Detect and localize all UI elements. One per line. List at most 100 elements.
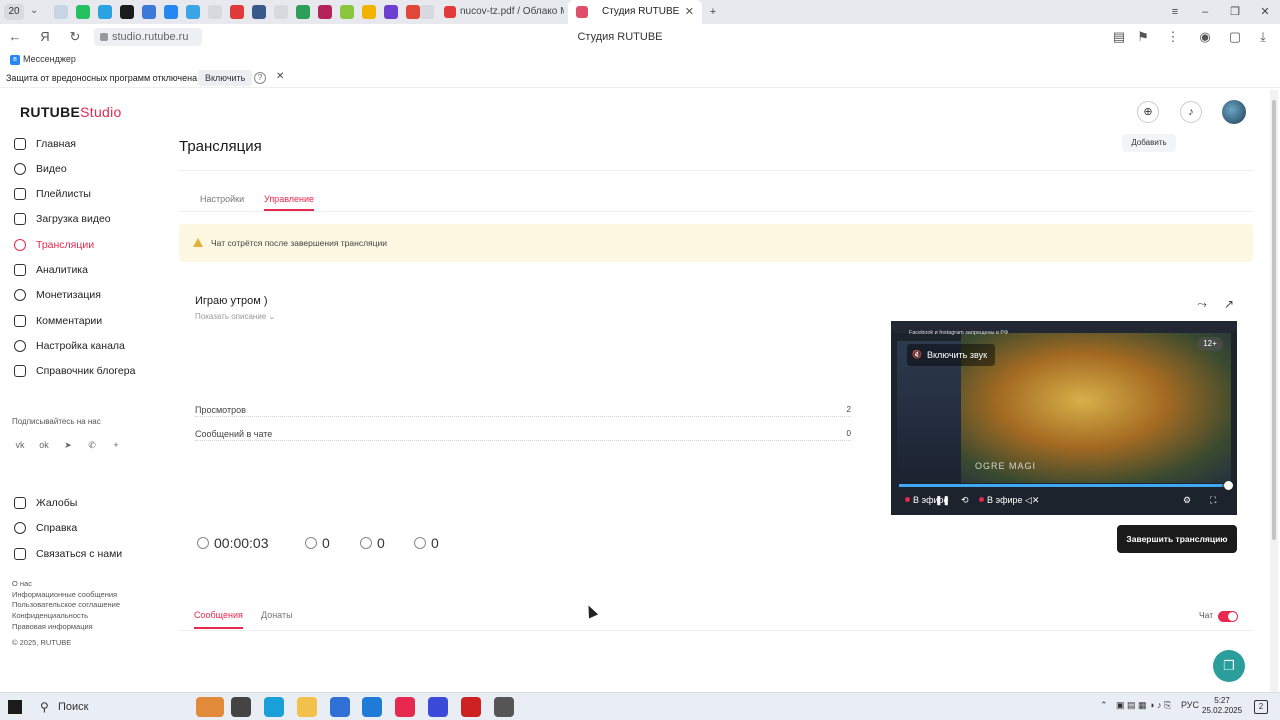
sidebar-item-playlists[interactable]: Плейлисты bbox=[12, 184, 152, 204]
more-icon[interactable]: ⋮ bbox=[1164, 28, 1182, 46]
pinned-tab-icon[interactable] bbox=[208, 5, 222, 19]
footer-link-about[interactable]: О нас bbox=[12, 579, 32, 588]
tab-management[interactable]: Управление bbox=[264, 194, 315, 211]
sidebar-item-video[interactable]: Видео bbox=[12, 159, 152, 179]
pinned-tab-icon[interactable] bbox=[318, 5, 332, 19]
language-indicator[interactable]: РУС bbox=[1181, 700, 1199, 710]
sidebar-item-broadcasts[interactable]: Трансляции bbox=[12, 235, 152, 255]
plus-icon[interactable]: + bbox=[109, 438, 123, 452]
pinned-tab-icon[interactable] bbox=[76, 5, 90, 19]
tab-messages[interactable]: Сообщения bbox=[194, 610, 243, 629]
add-content-button[interactable]: ⊕ bbox=[1137, 101, 1159, 123]
store-icon[interactable] bbox=[330, 697, 350, 717]
footer-link-info[interactable]: Информационные сообщения bbox=[12, 590, 117, 599]
bookmark-messenger[interactable]: в Мессенджер bbox=[10, 53, 76, 65]
menu-icon[interactable]: ≡ bbox=[1160, 0, 1190, 24]
sidebar-item-contact[interactable]: Связаться с нами bbox=[12, 544, 152, 564]
pinned-tab-icon[interactable] bbox=[54, 5, 68, 19]
download-icon[interactable]: ⤓ bbox=[1254, 28, 1272, 46]
telegram-icon[interactable]: ➤ bbox=[61, 438, 75, 452]
back-arrow-icon[interactable]: ← bbox=[6, 28, 24, 46]
tray-chevron-icon[interactable]: ⌃ bbox=[1100, 700, 1108, 711]
yandex-icon[interactable]: Я bbox=[36, 28, 54, 46]
pinned-tab-icon[interactable] bbox=[406, 5, 420, 19]
enable-protection-button[interactable]: Включить bbox=[198, 70, 253, 86]
pinned-tab-icon[interactable] bbox=[120, 5, 134, 19]
pinned-tab-icon[interactable] bbox=[186, 5, 200, 19]
show-description-link[interactable]: Показать описание ⌄ bbox=[195, 312, 275, 321]
pinned-tab-icon[interactable] bbox=[98, 5, 112, 19]
footer-link-privacy[interactable]: Конфиденциальность bbox=[12, 611, 88, 620]
extensions-icon[interactable]: ▢ bbox=[1226, 28, 1244, 46]
unmute-button[interactable]: Включить звук bbox=[907, 344, 996, 366]
bookmark-icon[interactable]: ⚑ bbox=[1134, 28, 1152, 46]
discord-icon[interactable] bbox=[428, 697, 448, 717]
fullscreen-icon[interactable]: ⛶ bbox=[1210, 495, 1216, 506]
close-infobar-icon[interactable]: ✕ bbox=[276, 71, 284, 82]
pinned-tab-icon[interactable] bbox=[420, 5, 434, 19]
pinned-tab-icon[interactable] bbox=[362, 5, 376, 19]
close-window-icon[interactable]: ✕ bbox=[1250, 0, 1280, 24]
mute-icon[interactable]: ◁✕ bbox=[1025, 495, 1039, 506]
app-icon[interactable] bbox=[461, 697, 481, 717]
sidebar-item-comments[interactable]: Комментарии bbox=[12, 311, 152, 331]
shield-icon[interactable]: ◉ bbox=[1196, 28, 1214, 46]
pinned-tab-icon[interactable] bbox=[230, 5, 244, 19]
pinned-tab-icon[interactable] bbox=[384, 5, 398, 19]
windows-start-icon[interactable] bbox=[8, 700, 22, 714]
mail-app-icon[interactable] bbox=[362, 697, 382, 717]
reader-icon[interactable]: ▤ bbox=[1110, 28, 1128, 46]
rutube-studio-logo[interactable]: RUTUBEStudio bbox=[20, 104, 122, 120]
reload-icon[interactable]: ↻ bbox=[66, 28, 84, 46]
sidebar-item-complaints[interactable]: Жалобы bbox=[12, 493, 152, 513]
taskbar-clock[interactable]: 5:27 25.02.2025 bbox=[1202, 696, 1242, 716]
tray-icons[interactable]: ▣ ▤ ▦ ◑ ♪ ⎘ bbox=[1116, 700, 1171, 711]
pinned-tab-icon[interactable] bbox=[274, 5, 288, 19]
pinned-tab-icon[interactable] bbox=[164, 5, 178, 19]
viber-icon[interactable]: ✆ bbox=[85, 438, 99, 452]
tab-rutube-studio[interactable]: Студия RUTUBE ✕ bbox=[568, 0, 702, 24]
pinned-tab-icon[interactable] bbox=[142, 5, 156, 19]
sidebar-item-blogger-guide[interactable]: Справочник блогера bbox=[12, 361, 152, 381]
pinned-tab-icon[interactable] bbox=[252, 5, 266, 19]
task-view-icon[interactable] bbox=[231, 697, 251, 717]
share-icon[interactable]: ⤳ bbox=[1195, 297, 1209, 311]
taskbar-search[interactable]: Поиск bbox=[34, 695, 194, 719]
progress-bar[interactable] bbox=[899, 481, 1233, 490]
vk-icon[interactable]: vk bbox=[13, 438, 27, 452]
pinned-tab-icon[interactable] bbox=[340, 5, 354, 19]
tab-list-chevron-icon[interactable]: ⌄ bbox=[30, 5, 38, 16]
pinned-tab-icon[interactable] bbox=[296, 5, 310, 19]
help-question-icon[interactable]: ? bbox=[254, 72, 266, 84]
tab-cloud-mail[interactable]: nucov-tz.pdf / Облако Mail bbox=[436, 0, 564, 24]
page-scrollbar[interactable] bbox=[1270, 90, 1278, 692]
chat-toggle[interactable] bbox=[1218, 611, 1238, 622]
support-chat-button[interactable]: ❐ bbox=[1213, 650, 1245, 682]
new-tab-icon[interactable]: + bbox=[698, 0, 728, 24]
sidebar-item-upload[interactable]: Загрузка видео bbox=[12, 209, 152, 229]
obs-icon[interactable] bbox=[494, 697, 514, 717]
progress-handle[interactable] bbox=[1224, 481, 1233, 490]
footer-link-terms[interactable]: Пользовательское соглашение bbox=[12, 600, 120, 609]
gear-icon[interactable]: ⚙ bbox=[1183, 495, 1191, 506]
sidebar-item-help[interactable]: Справка bbox=[12, 518, 152, 538]
footer-link-legal[interactable]: Правовая информация bbox=[12, 622, 93, 631]
tab-donations[interactable]: Донаты bbox=[261, 610, 293, 620]
notifications-icon[interactable]: 2 bbox=[1254, 700, 1268, 714]
yandex-browser-icon[interactable] bbox=[395, 697, 415, 717]
sidebar-item-home[interactable]: Главная bbox=[12, 134, 152, 154]
pause-icon[interactable]: ❚❚ bbox=[935, 495, 950, 506]
sidebar-item-analytics[interactable]: Аналитика bbox=[12, 260, 152, 280]
sidebar-item-channel-settings[interactable]: Настройка канала bbox=[12, 336, 152, 356]
ok-icon[interactable]: ok bbox=[37, 438, 51, 452]
rewind-icon[interactable]: ⟲ bbox=[961, 495, 969, 506]
video-player[interactable]: Facebook и Instagram запрещены в РФ Вклю… bbox=[891, 321, 1237, 515]
end-broadcast-button[interactable]: Завершить трансляцию bbox=[1117, 525, 1237, 553]
close-tab-icon[interactable]: ✕ bbox=[685, 0, 694, 24]
minimize-icon[interactable]: – bbox=[1190, 0, 1220, 24]
open-external-icon[interactable]: ↗ bbox=[1222, 297, 1236, 311]
edge-icon[interactable] bbox=[264, 697, 284, 717]
tab-counter[interactable]: 20 bbox=[4, 4, 24, 20]
notifications-bell-icon[interactable]: ♪ bbox=[1180, 101, 1202, 123]
tab-settings[interactable]: Настройки bbox=[200, 194, 244, 204]
